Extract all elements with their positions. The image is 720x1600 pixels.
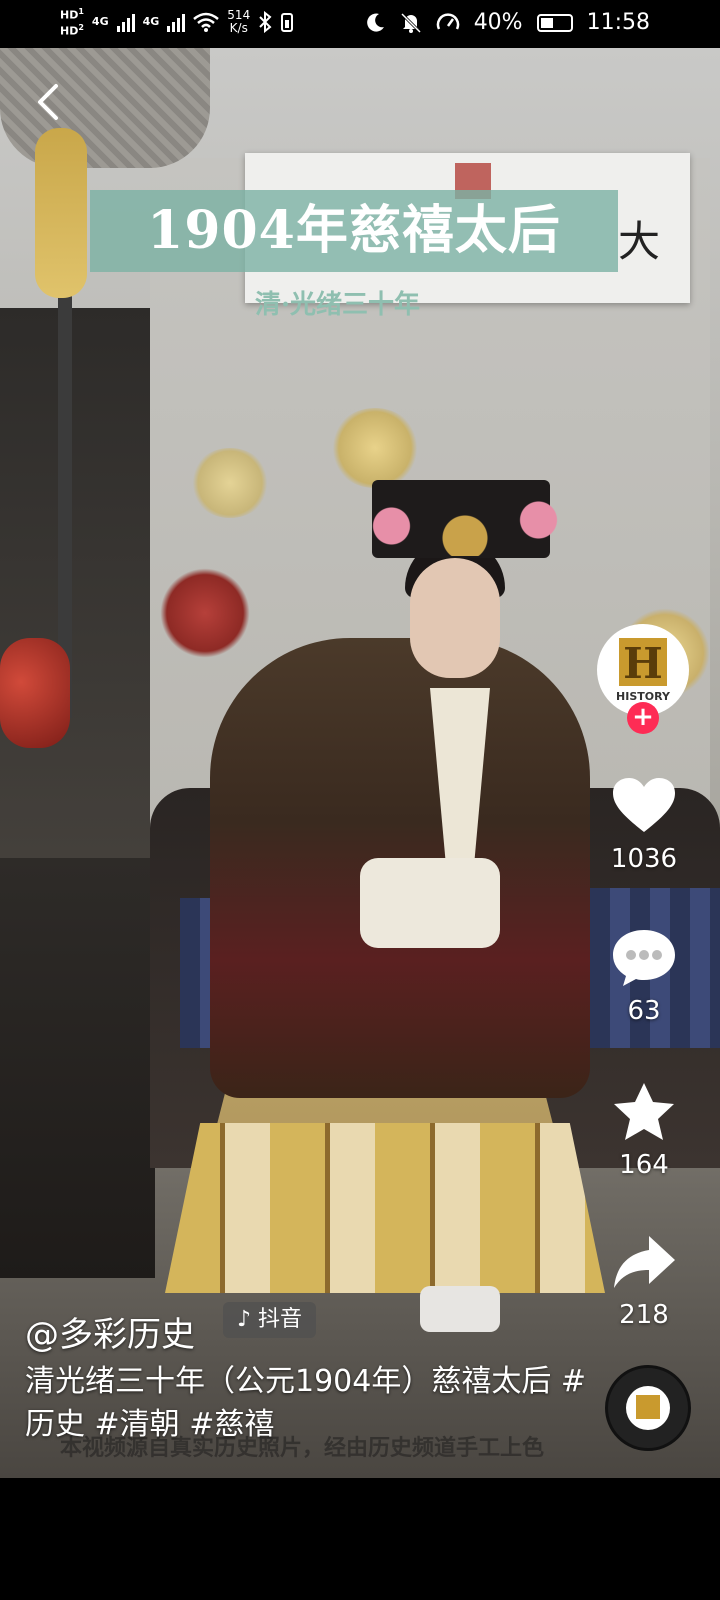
chevron-left-icon	[38, 84, 58, 120]
bluetooth-icon	[259, 10, 272, 33]
like-button[interactable]: 1036	[606, 776, 682, 874]
hd-indicator: HD1 HD2	[60, 7, 84, 38]
back-button[interactable]	[30, 80, 70, 124]
heart-icon	[613, 778, 675, 832]
shoe	[420, 1286, 500, 1332]
headdress-flowers	[360, 496, 570, 556]
status-bar: HD1 HD2 4G 4G 514 K/s 40% 11:58	[0, 0, 720, 48]
music-disc[interactable]	[605, 1365, 691, 1451]
battery-icon	[536, 13, 573, 32]
wifi-icon	[193, 12, 220, 32]
video-subtitle-overlay: 清·光绪三十年	[255, 290, 421, 320]
comment-count: 63	[627, 996, 661, 1026]
music-note-icon: ♪	[237, 1307, 252, 1332]
video-description[interactable]: 清光绪三十年（公元1904年）慈禧太后 #历史 #清朝 #慈禧	[25, 1360, 615, 1446]
favorite-button[interactable]: 164	[606, 1082, 682, 1180]
side-table	[0, 858, 155, 1278]
vibrate-battery-icon	[281, 12, 294, 32]
comment-button[interactable]: 63	[606, 928, 682, 1026]
like-count: 1036	[610, 844, 678, 874]
signal-type-1: 4G	[91, 15, 109, 29]
network-speed: 514 K/s	[227, 7, 251, 35]
music-disc-logo	[626, 1386, 670, 1430]
mute-bell-icon	[400, 12, 421, 33]
svg-text:H: H	[623, 639, 663, 688]
skirt-hem	[165, 1123, 605, 1293]
share-button[interactable]: 218	[606, 1232, 682, 1330]
favorite-count: 164	[619, 1150, 669, 1180]
video-title-overlay: 1904年慈禧太后	[147, 200, 561, 261]
signal-icon	[116, 12, 135, 32]
gold-ornament	[35, 128, 87, 298]
speed-gauge-icon	[436, 12, 459, 30]
platform-tag[interactable]: ♪ 抖音	[223, 1302, 317, 1338]
share-arrow-icon	[614, 1236, 675, 1288]
battery-percent: 40%	[473, 10, 523, 35]
follow-button[interactable]: +	[627, 702, 659, 734]
star-icon	[614, 1083, 674, 1140]
author-name[interactable]: @多彩历史	[25, 1307, 195, 1356]
folding-screen	[0, 308, 150, 908]
plaque-character: 大	[617, 217, 660, 266]
handkerchief	[360, 858, 500, 948]
comment-icon	[613, 930, 675, 986]
chrysanthemum	[160, 568, 250, 658]
signal-type-2: 4G	[142, 15, 160, 29]
face	[410, 558, 500, 678]
signal-icon-2	[167, 12, 186, 32]
platform-tag-label: 抖音	[258, 1307, 303, 1332]
chrysanthemum	[330, 408, 420, 488]
share-count: 218	[619, 1300, 669, 1330]
fruit-plate	[0, 638, 70, 748]
history-logo-icon	[636, 1395, 660, 1419]
moon-icon	[366, 13, 384, 32]
chrysanthemum	[190, 448, 270, 518]
clock: 11:58	[586, 10, 650, 35]
